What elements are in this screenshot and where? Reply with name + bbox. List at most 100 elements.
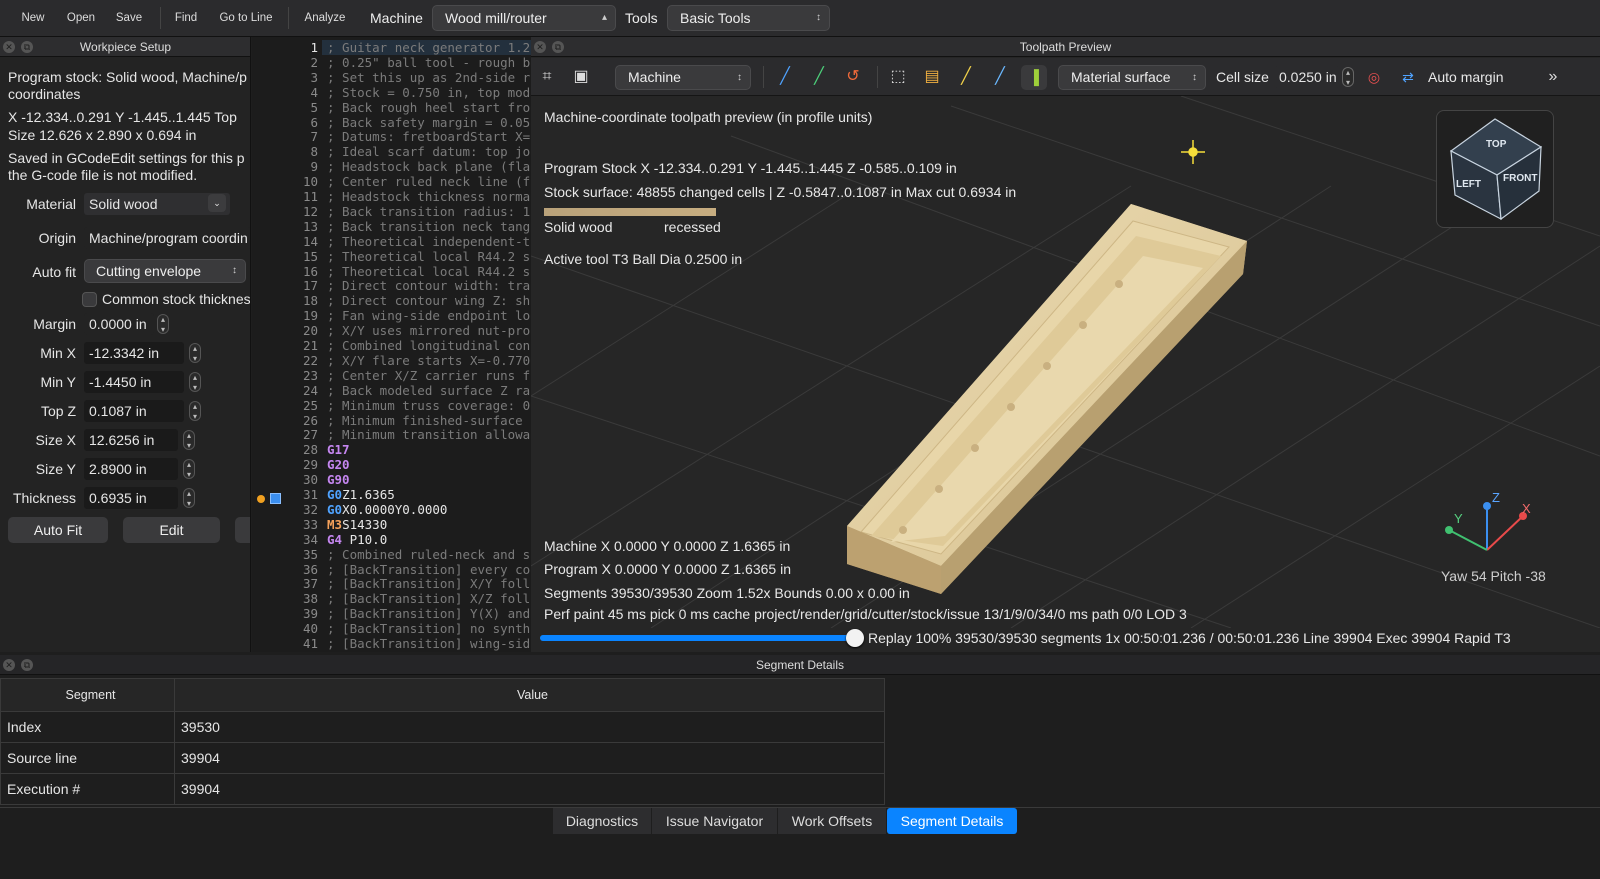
code-line[interactable]: G90 (327, 472, 350, 487)
size-x-stepper[interactable]: ▴ ▾ (183, 430, 195, 450)
coordinate-mode-select[interactable]: Machine ↕ (615, 65, 751, 90)
replay-slider[interactable] (540, 629, 864, 647)
size-y-stepper[interactable]: ▴ ▾ (183, 459, 195, 479)
size-x-field[interactable]: 12.6256 in (84, 429, 178, 451)
code-line[interactable]: G0X0.0000Y0.0000 (327, 502, 447, 517)
machine-select[interactable]: Wood mill/router ▴ (432, 5, 616, 31)
thickness-stepper[interactable]: ▴ ▾ (183, 488, 195, 508)
cube-left-label[interactable]: LEFT (1456, 179, 1481, 190)
edit-button[interactable]: Edit (123, 517, 220, 543)
margin-field[interactable]: 0.0000 in (84, 313, 154, 335)
find-button[interactable]: Find (168, 0, 204, 37)
breakpoint-marker-icon[interactable] (270, 493, 281, 504)
tab-diagnostics[interactable]: Diagnostics (553, 808, 651, 834)
arc-moves-icon[interactable]: ↺ (843, 67, 863, 87)
cube-front-label[interactable]: FRONT (1503, 173, 1537, 184)
code-line[interactable]: ; Theoretical local R44.2 s (327, 249, 530, 264)
auto-fit-button[interactable]: Auto Fit (8, 517, 108, 543)
code-line[interactable]: ; Fan wing-side endpoint lo (327, 308, 530, 323)
new-button[interactable]: New (14, 0, 52, 37)
code-line[interactable]: ; Ideal scarf datum: top jo (327, 144, 530, 159)
code-line[interactable]: ; Stock = 0.750 in, top mod (327, 85, 530, 100)
code-line[interactable]: ; Theoretical local R44.2 s (327, 264, 530, 279)
code-line[interactable]: ; Direct contour width: tra (327, 278, 530, 293)
code-line[interactable]: G4 P10.0 (327, 532, 387, 547)
cell-size-stepper[interactable]: ▴ ▾ (1342, 67, 1354, 87)
measure-icon[interactable]: ╱ (990, 67, 1010, 87)
column-header-segment[interactable]: Segment (0, 678, 175, 712)
cell-size-field[interactable]: 0.0250 in (1274, 66, 1340, 88)
analysis-toggle[interactable]: ▐ (1021, 65, 1047, 90)
chevron-double-right-icon[interactable]: » (1543, 67, 1563, 87)
code-line[interactable]: ; Minimum finished-surface (327, 413, 523, 428)
tab-segment-details[interactable]: Segment Details (887, 808, 1017, 834)
stock-icon[interactable]: ▤ (922, 67, 942, 87)
tab-issue-navigator[interactable]: Issue Navigator (652, 808, 777, 834)
code-line[interactable]: ; Headstock thickness norma (327, 189, 530, 204)
code-line[interactable]: ; 0.25" ball tool - rough b (327, 55, 530, 70)
min-y-field[interactable]: -1.4450 in (84, 371, 184, 393)
code-line[interactable]: ; Theoretical independent-t (327, 234, 530, 249)
code-line[interactable]: ; Guitar neck generator 1.2 (327, 40, 530, 55)
close-icon[interactable]: ✕ (3, 659, 15, 671)
replay-slider-handle[interactable] (846, 629, 864, 647)
size-y-field[interactable]: 2.8900 in (84, 458, 178, 480)
top-z-stepper[interactable]: ▴ ▾ (189, 401, 201, 421)
go-to-line-button[interactable]: Go to Line (212, 0, 280, 37)
code-line[interactable]: ; Back transition radius: 1 (327, 204, 530, 219)
code-line[interactable]: ; Minimum transition allowa (327, 427, 530, 442)
float-icon[interactable]: ⧉ (21, 41, 33, 53)
tools-select[interactable]: Basic Tools ↕ (667, 5, 830, 31)
auto-margin-icon[interactable]: ⇄ (1398, 67, 1418, 87)
close-icon[interactable]: ✕ (534, 41, 546, 53)
code-line[interactable]: M3S14330 (327, 517, 387, 532)
table-row[interactable]: Source line 39904 (0, 742, 885, 774)
crop-icon[interactable]: ⌗ (537, 67, 557, 87)
auto-margin-label[interactable]: Auto margin (1428, 69, 1503, 85)
preview-viewport[interactable]: Machine-coordinate toolpath preview (in … (531, 96, 1600, 628)
top-z-field[interactable]: 0.1087 in (84, 400, 184, 422)
margin-stepper[interactable]: ▴ ▾ (157, 314, 169, 334)
code-line[interactable]: ; Combined ruled-neck and s (327, 547, 530, 562)
code-line[interactable]: ; [BackTransition] X/Y foll (327, 576, 530, 591)
code-line[interactable]: ; [BackTransition] wing-sid (327, 636, 530, 651)
code-line[interactable]: G0Z1.6365 (327, 487, 395, 502)
min-x-stepper[interactable]: ▴ ▾ (189, 343, 201, 363)
code-line[interactable]: ; [BackTransition] Y(X) and (327, 606, 530, 621)
code-line[interactable]: ; Back modeled surface Z ra (327, 383, 530, 398)
image-export-icon[interactable]: ▣ (571, 67, 591, 87)
min-x-field[interactable]: -12.3342 in (84, 342, 184, 364)
feed-moves-icon[interactable]: ╱ (809, 67, 829, 87)
float-icon[interactable]: ⧉ (552, 41, 564, 53)
close-icon[interactable]: ✕ (3, 41, 15, 53)
tab-work-offsets[interactable]: Work Offsets (778, 808, 886, 834)
code-line[interactable]: G17 (327, 442, 350, 457)
more-button[interactable] (235, 517, 250, 543)
code-line[interactable]: ; Datums: fretboardStart X= (327, 129, 530, 144)
min-y-stepper[interactable]: ▴ ▾ (189, 372, 201, 392)
code-line[interactable]: ; Center X/Z carrier runs f (327, 368, 530, 383)
code-line[interactable]: ; Set this up as 2nd-side r (327, 70, 530, 85)
code-line[interactable]: ; [BackTransition] every co (327, 562, 530, 577)
common-stock-checkbox[interactable] (82, 292, 97, 307)
code-line[interactable]: ; Center ruled neck line (f (327, 174, 530, 189)
code-line[interactable]: ; Headstock back plane (fla (327, 159, 530, 174)
code-line[interactable]: ; [BackTransition] X/Z foll (327, 591, 530, 606)
cube-top-label[interactable]: TOP (1486, 139, 1506, 150)
analyze-button[interactable]: Analyze (298, 0, 352, 37)
code-line[interactable]: ; X/Y flare starts X=-0.770 (327, 353, 530, 368)
code-line[interactable]: ; Combined longitudinal con (327, 338, 530, 353)
code-line[interactable]: ; [BackTransition] no synth (327, 621, 530, 636)
code-line[interactable]: ; X/Y uses mirrored nut-pro (327, 323, 530, 338)
auto-fit-select[interactable]: Cutting envelope ↕ (84, 259, 246, 283)
code-line[interactable]: G20 (327, 457, 350, 472)
bounds-icon[interactable]: ⬚ (888, 67, 908, 87)
column-header-value[interactable]: Value (174, 678, 885, 712)
thickness-field[interactable]: 0.6935 in (84, 487, 178, 509)
origin-field[interactable]: Machine/program coordin (84, 227, 250, 249)
gcode-editor[interactable]: 1 ; Guitar neck generator 1.2 2 ; 0.25" bal… (252, 37, 531, 652)
tool-icon[interactable]: ╱ (956, 67, 976, 87)
code-line[interactable]: ; Direct contour wing Z: sh (327, 293, 530, 308)
rapid-moves-icon[interactable]: ╱ (775, 67, 795, 87)
table-row[interactable]: Execution # 39904 (0, 773, 885, 805)
